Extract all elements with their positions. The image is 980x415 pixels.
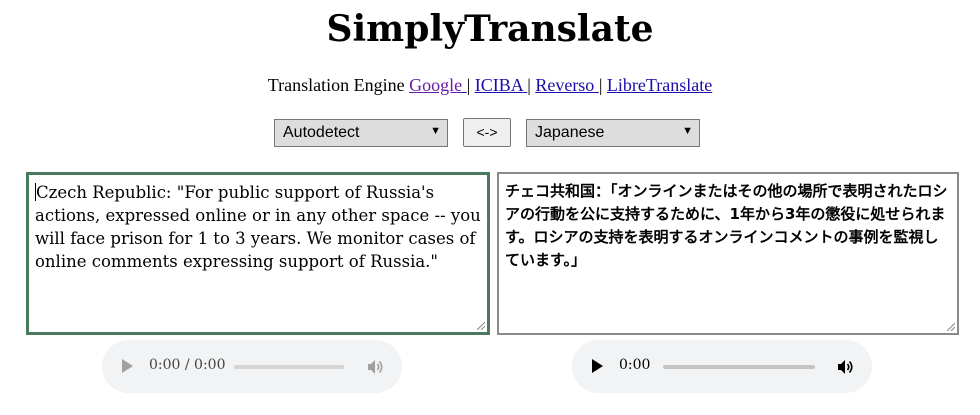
audio-time: 0:00 / 0:00 [149, 357, 226, 373]
resize-handle-icon[interactable] [477, 322, 485, 330]
source-language-select[interactable]: Autodetect ▼ [274, 119, 448, 147]
engine-link-libretranslate[interactable]: LibreTranslate [607, 75, 712, 95]
chevron-down-icon: ▼ [682, 125, 693, 137]
source-language-value: Autodetect [283, 124, 360, 141]
resize-handle-icon[interactable] [947, 323, 955, 331]
chevron-down-icon: ▼ [430, 125, 441, 137]
source-audio-player: 0:00 / 0:00 [102, 340, 402, 393]
play-button-icon[interactable] [592, 359, 603, 373]
audio-progress-track[interactable] [663, 365, 815, 369]
engine-selector: Translation Engine Google | ICIBA | Reve… [0, 75, 980, 96]
engine-separator: | [527, 75, 531, 95]
audio-time: 0:00 [619, 357, 651, 373]
swap-languages-button[interactable]: <-> [463, 118, 511, 147]
engine-link-google[interactable]: Google [409, 75, 462, 95]
engine-link-iciba[interactable]: ICIBA [475, 75, 523, 95]
language-controls: Autodetect ▼ <-> Japanese ▼ [0, 118, 980, 150]
translation-text: チェコ共和国：「オンラインまたはその他の場所で表明されたロシアの行動を公に支持す… [505, 182, 948, 269]
source-text: Czech Republic: "For public support of R… [35, 183, 481, 271]
volume-icon[interactable] [835, 357, 855, 377]
translation-audio-player: 0:00 [572, 340, 872, 393]
play-icon [122, 359, 133, 373]
target-language-value: Japanese [535, 124, 605, 141]
volume-icon [368, 360, 383, 374]
engine-label: Translation Engine [267, 75, 405, 95]
audio-progress-track [234, 365, 344, 369]
translation-output[interactable]: チェコ共和国：「オンラインまたはその他の場所で表明されたロシアの行動を公に支持す… [497, 172, 959, 335]
page-title: SimplyTranslate [326, 8, 654, 50]
engine-link-reverso[interactable]: Reverso [535, 75, 594, 95]
engine-separator: | [598, 75, 603, 95]
target-language-select[interactable]: Japanese ▼ [526, 119, 700, 147]
source-text-input[interactable]: Czech Republic: "For public support of R… [26, 172, 490, 335]
engine-separator: | [466, 75, 471, 95]
